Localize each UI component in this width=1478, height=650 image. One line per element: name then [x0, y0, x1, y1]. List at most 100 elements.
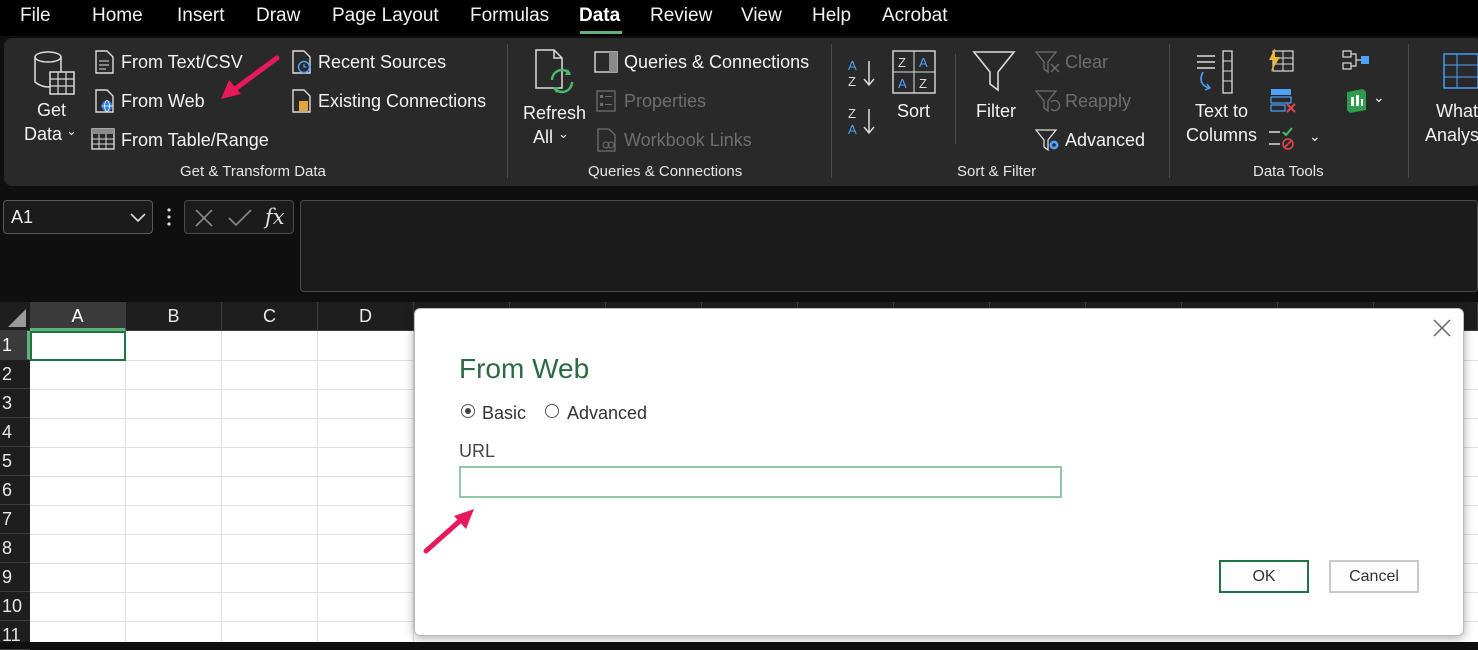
text-to-columns-label-2: Columns [1186, 125, 1258, 145]
svg-text:Z: Z [919, 76, 927, 91]
group-label-data-tools: Data Tools [1253, 163, 1324, 180]
row-header[interactable]: 7 [0, 505, 30, 534]
from-web-dialog: From Web Basic Advanced URL OK Cancel [414, 308, 1464, 636]
basic-radio-label[interactable]: Basic [482, 403, 526, 424]
existing-connections-icon [292, 89, 311, 113]
flash-fill-icon[interactable] [1268, 48, 1294, 74]
clear-filter-icon [1035, 51, 1060, 74]
column-header[interactable]: C [222, 302, 318, 331]
svg-text:A: A [919, 55, 928, 70]
select-all-icon[interactable] [4, 307, 28, 329]
row-header[interactable]: 1 [0, 331, 30, 360]
consolidate-icon[interactable] [1342, 50, 1370, 72]
column-header[interactable]: D [318, 302, 414, 331]
table-icon [91, 128, 115, 150]
tab-review[interactable]: Review [650, 5, 712, 27]
sort-label: Sort [897, 101, 931, 121]
refresh-label-1: Refresh [523, 103, 587, 123]
tab-page-layout[interactable]: Page Layout [332, 5, 439, 27]
from-table-range-label: From Table/Range [121, 130, 269, 150]
tab-draw[interactable]: Draw [256, 5, 300, 27]
tab-view[interactable]: View [741, 5, 782, 27]
tab-data[interactable]: Data [579, 5, 620, 27]
tab-file[interactable]: File [20, 5, 51, 27]
queries-connections-label: Queries & Connections [624, 52, 810, 72]
reapply-label: Reapply [1065, 91, 1132, 111]
filter-label: Filter [976, 101, 1016, 121]
formula-input[interactable] [300, 200, 1478, 292]
advanced-radio[interactable] [545, 404, 559, 418]
advanced-filter-icon [1035, 129, 1059, 152]
svg-text:A: A [898, 76, 907, 91]
sort-a-to-z-icon[interactable]: A Z [848, 58, 878, 88]
column-header[interactable]: B [126, 302, 222, 331]
ribbon-divider [1169, 44, 1170, 178]
row-header[interactable]: 6 [0, 476, 30, 505]
workbook-links-icon [597, 128, 616, 152]
cancel-entry-icon[interactable] [194, 208, 214, 228]
existing-connections-label: Existing Connections [318, 91, 487, 111]
column-header[interactable]: A [30, 302, 126, 331]
svg-text:Z: Z [898, 55, 906, 70]
url-input[interactable] [459, 466, 1062, 498]
confirm-entry-icon[interactable] [227, 208, 253, 228]
tab-home[interactable]: Home [92, 5, 143, 27]
row-header[interactable]: 11 [0, 621, 30, 650]
filter-icon [972, 51, 1016, 92]
insert-function-icon[interactable]: fx [265, 205, 285, 229]
svg-text:Z: Z [848, 74, 856, 88]
gridline [317, 331, 318, 642]
row-header[interactable]: 10 [0, 592, 30, 621]
advanced-radio-label[interactable]: Advanced [567, 403, 647, 424]
gridline [125, 331, 126, 642]
refresh-icon [535, 49, 574, 94]
row-header[interactable]: 8 [0, 534, 30, 563]
dialog-title: From Web [459, 353, 590, 384]
tab-insert[interactable]: Insert [177, 5, 225, 27]
get-data-label-2: Data [24, 124, 63, 144]
tab-help[interactable]: Help [812, 5, 851, 27]
sort-z-to-a-icon[interactable]: Z A [848, 106, 878, 136]
name-box[interactable]: A1 [3, 200, 153, 234]
data-model-icon[interactable] [1342, 88, 1368, 114]
ribbon-divider [955, 54, 956, 144]
tab-acrobat[interactable]: Acrobat [882, 5, 947, 27]
ribbon-divider [831, 44, 832, 178]
svg-text:A: A [848, 122, 857, 136]
close-icon[interactable] [1431, 317, 1453, 339]
formula-actions: fx [184, 200, 294, 234]
url-label: URL [459, 441, 496, 461]
text-to-columns-label-1: Text to [1195, 101, 1249, 121]
basic-radio[interactable] [461, 404, 475, 418]
active-tab-indicator [580, 31, 622, 34]
cancel-button[interactable]: Cancel [1329, 560, 1419, 593]
database-icon [34, 51, 75, 95]
ok-button[interactable]: OK [1219, 560, 1309, 593]
group-label-queries: Queries & Connections [588, 163, 743, 180]
reapply-icon [1035, 90, 1061, 113]
row-header[interactable]: 3 [0, 389, 30, 418]
chevron-down-icon: ⌄ [558, 126, 569, 141]
more-options-icon[interactable] [166, 207, 172, 227]
sort-icon: Z A A Z [892, 50, 936, 94]
row-header[interactable]: 5 [0, 447, 30, 476]
tab-formulas[interactable]: Formulas [470, 5, 549, 27]
chevron-down-icon[interactable]: ⌄ [1373, 89, 1385, 106]
text-file-icon [95, 50, 114, 74]
remove-duplicates-icon[interactable] [1270, 88, 1296, 114]
advanced-label: Advanced [1065, 130, 1146, 150]
chevron-down-icon[interactable]: ⌄ [1309, 128, 1321, 145]
row-header[interactable]: 2 [0, 360, 30, 389]
row-header[interactable]: 9 [0, 563, 30, 592]
active-cell[interactable] [30, 331, 126, 361]
clear-label: Clear [1065, 52, 1109, 72]
text-to-columns-icon [1197, 50, 1233, 94]
ribbon-divider [1408, 44, 1409, 178]
queries-pane-icon [594, 51, 618, 73]
workbook-links-label: Workbook Links [624, 130, 752, 150]
row-header[interactable]: 4 [0, 418, 30, 447]
get-data-label-1: Get [37, 100, 67, 120]
row-headers: 1 2 3 4 5 6 7 8 9 10 11 [0, 331, 30, 650]
annotation-arrow [423, 509, 474, 554]
data-validation-icon[interactable] [1268, 126, 1298, 152]
